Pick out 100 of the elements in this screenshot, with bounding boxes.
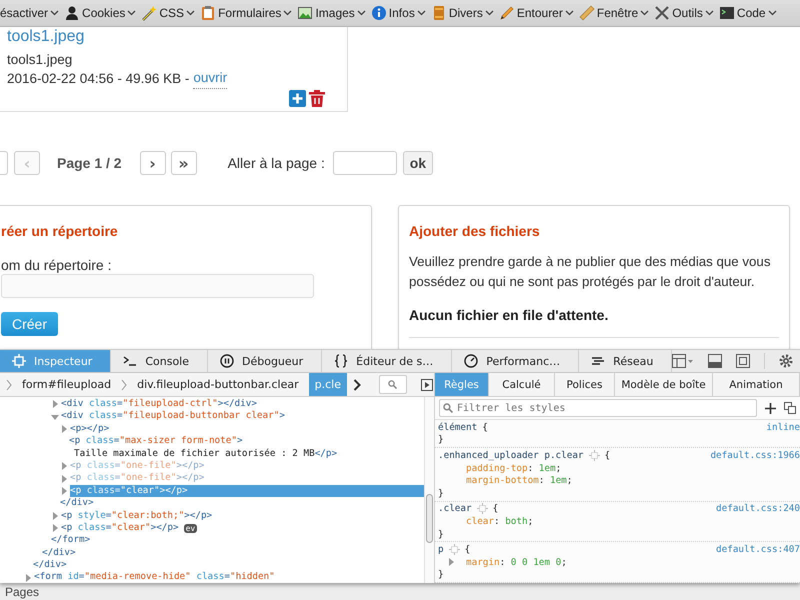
source-link[interactable]: inline [766, 422, 800, 433]
crosshair-icon[interactable] [476, 503, 488, 514]
picker-icon[interactable] [420, 378, 433, 390]
folder-name-field[interactable] [1, 274, 314, 298]
first-page-button[interactable] [0, 151, 8, 175]
expand-arrow-icon[interactable] [60, 486, 69, 495]
caret-icon [564, 10, 574, 16]
markup-line[interactable]: <form id="media-remove-hide" class="hidden" [34, 571, 424, 583]
crosshair-icon[interactable] [588, 450, 600, 461]
page-indicator: Page 1 / 2 [57, 155, 122, 171]
dock-icon[interactable] [708, 354, 722, 368]
menu-button[interactable]: Divers [430, 2, 494, 24]
closing-brace: } [438, 488, 444, 499]
opening-brace: { [464, 544, 470, 556]
open-link[interactable]: ouvrir [193, 69, 228, 89]
menu-button[interactable]: Code [718, 2, 777, 24]
braces-icon [334, 354, 348, 368]
goto-page-label: Aller à la page : [228, 155, 325, 171]
settings-icon[interactable] [779, 354, 794, 368]
ok-button[interactable]: ok [402, 151, 433, 175]
queue-status: Aucun fichier en file d'attente. [409, 306, 608, 325]
add-icon[interactable] [765, 402, 776, 414]
next-page-button[interactable]: › [140, 151, 166, 175]
caret-icon [356, 10, 366, 16]
clipboard-icon [200, 5, 216, 21]
expand-arrow-icon[interactable] [51, 512, 60, 520]
search-button[interactable] [378, 375, 407, 394]
markup-line[interactable]: <p class="clear"></p> [61, 522, 179, 534]
event-badge[interactable]: ev [184, 524, 198, 533]
expand-arrow-icon[interactable] [60, 462, 69, 470]
markup-line[interactable]: <p class="max-sizer form-note"> [69, 435, 424, 448]
chevron-icon [121, 378, 128, 390]
markup-line[interactable]: <p style="clear:both;"></p> [61, 510, 424, 522]
caret-icon [704, 10, 714, 16]
source-link[interactable]: default.css:1966 [710, 450, 800, 461]
ruler-icon [578, 5, 595, 21]
caret-icon [768, 10, 777, 16]
menu-button[interactable]: CSS [141, 2, 196, 24]
expand-arrow-icon[interactable] [51, 412, 60, 421]
sidebar-tab[interactable]: Calculé [489, 373, 555, 396]
markup-line: </form> [51, 534, 92, 547]
markup-line: </div> [33, 559, 68, 572]
crosshair-icon[interactable] [448, 544, 460, 556]
markup-line[interactable]: <div class="fileupload-buttonbar clear"> [61, 410, 424, 423]
pages-label: Pages [5, 584, 40, 600]
terminal-icon [718, 5, 735, 21]
filter-field[interactable]: Filtrer les styles [439, 399, 757, 417]
menu-button[interactable]: Infos [370, 2, 426, 24]
sidebar-tab[interactable]: Polices [555, 373, 615, 396]
sidebar-tab[interactable]: Modèle de boîte [615, 373, 713, 396]
trash-icon[interactable] [309, 90, 325, 107]
markup-line[interactable]: <div class="fileupload-ctrl"></div> [61, 398, 424, 410]
menu-button[interactable]: Images [297, 2, 366, 24]
tools-icon [654, 5, 670, 21]
devtools-tab[interactable]: Débogueur [208, 350, 322, 372]
scrollbar-thumb[interactable] [426, 494, 433, 543]
expand-arrow-icon[interactable] [448, 558, 456, 566]
source-link[interactable]: default.css:407 [716, 544, 800, 556]
source-link[interactable]: default.css:240 [716, 503, 800, 514]
expand-arrow-icon[interactable] [51, 524, 60, 532]
breadcrumb[interactable]: form#fileupload [18, 373, 116, 396]
css-declaration: margin: 0 0 1em 0; [466, 556, 567, 568]
devtools-tab[interactable]: Console [111, 350, 208, 372]
closing-brace: } [438, 434, 444, 446]
opening-brace: { [482, 422, 488, 433]
menu-button[interactable]: Cookies [64, 2, 136, 24]
image-icon [297, 5, 314, 21]
frame-icon[interactable] [736, 354, 750, 368]
next-page-button[interactable]: » [170, 151, 197, 175]
css-declaration: margin-bottom: 1em; [466, 475, 572, 486]
breadcrumb[interactable]: div.fileupload-buttonbar.clear [133, 373, 303, 396]
expand-arrow-icon[interactable] [60, 474, 69, 483]
expand-arrow-icon[interactable] [60, 424, 69, 433]
menu-button[interactable]: Entourer [498, 2, 574, 24]
person-icon [64, 5, 80, 21]
css-declaration: padding-top: 1em; [466, 462, 562, 474]
devtools-tab[interactable]: Éditeur de s… [322, 350, 452, 372]
menu-button[interactable]: Formulaires [200, 2, 292, 24]
search-icon [388, 380, 398, 389]
copy-icon[interactable] [784, 402, 796, 414]
menu-button[interactable]: ésactiver [0, 2, 60, 24]
markup-line[interactable]: <p></p> [70, 422, 424, 436]
css-selector: élément [438, 422, 478, 433]
markup-line: </div> [42, 546, 77, 560]
menu-button[interactable]: Outils [654, 2, 714, 24]
plus-icon[interactable] [289, 90, 306, 107]
expand-arrow-icon[interactable] [24, 574, 33, 582]
file-meta: 2016-02-22 04:56 - 49.96 KB - [7, 70, 190, 88]
panel-title: Ajouter des fichiers [409, 222, 540, 240]
closing-brace: } [438, 528, 444, 540]
file-title[interactable]: tools1.jpeg [7, 27, 84, 47]
expand-arrow-icon[interactable] [51, 400, 60, 408]
css-selector: .clear [438, 503, 472, 514]
menu-button[interactable]: Fenêtre [578, 2, 650, 24]
devtools-tab[interactable]: Performanc… [452, 350, 580, 372]
sidebar-tab[interactable]: Animation [713, 373, 800, 396]
layout-icon[interactable] [672, 354, 694, 368]
page-number-field[interactable] [332, 151, 397, 175]
devtools-tab[interactable]: Réseau [579, 350, 672, 372]
scroll-right-icon[interactable] [352, 378, 361, 390]
